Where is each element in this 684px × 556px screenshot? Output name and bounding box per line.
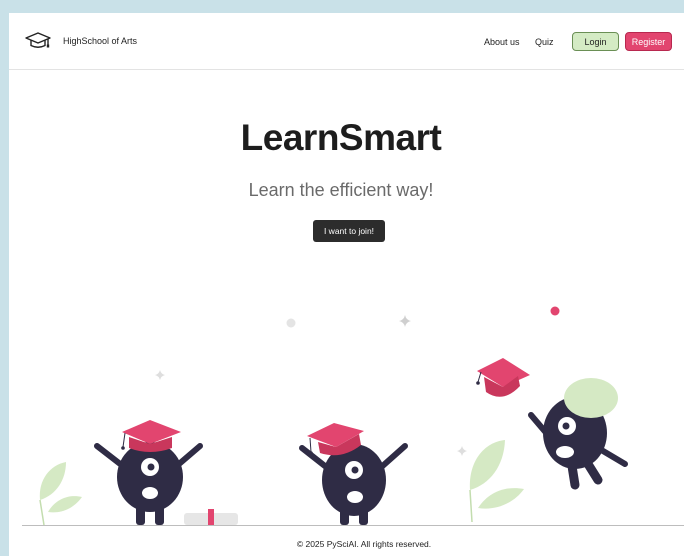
sparkle-icon <box>399 315 411 327</box>
leaf-right <box>469 440 524 523</box>
decor-dot-grey <box>286 318 296 328</box>
decor-dot-pink <box>550 306 560 316</box>
diploma-icon <box>184 509 238 525</box>
monster-left <box>94 420 203 525</box>
sparkle-icon <box>155 370 165 380</box>
monster-jumping <box>528 378 628 490</box>
ground-line <box>22 525 684 526</box>
footer-text: © 2025 PySciAI. All rights reserved. <box>296 539 432 549</box>
hero-illustration <box>39 306 628 526</box>
monster-middle <box>299 423 408 525</box>
leaf-left <box>39 462 82 526</box>
flying-cap <box>476 358 530 397</box>
sparkle-icon <box>457 446 467 456</box>
